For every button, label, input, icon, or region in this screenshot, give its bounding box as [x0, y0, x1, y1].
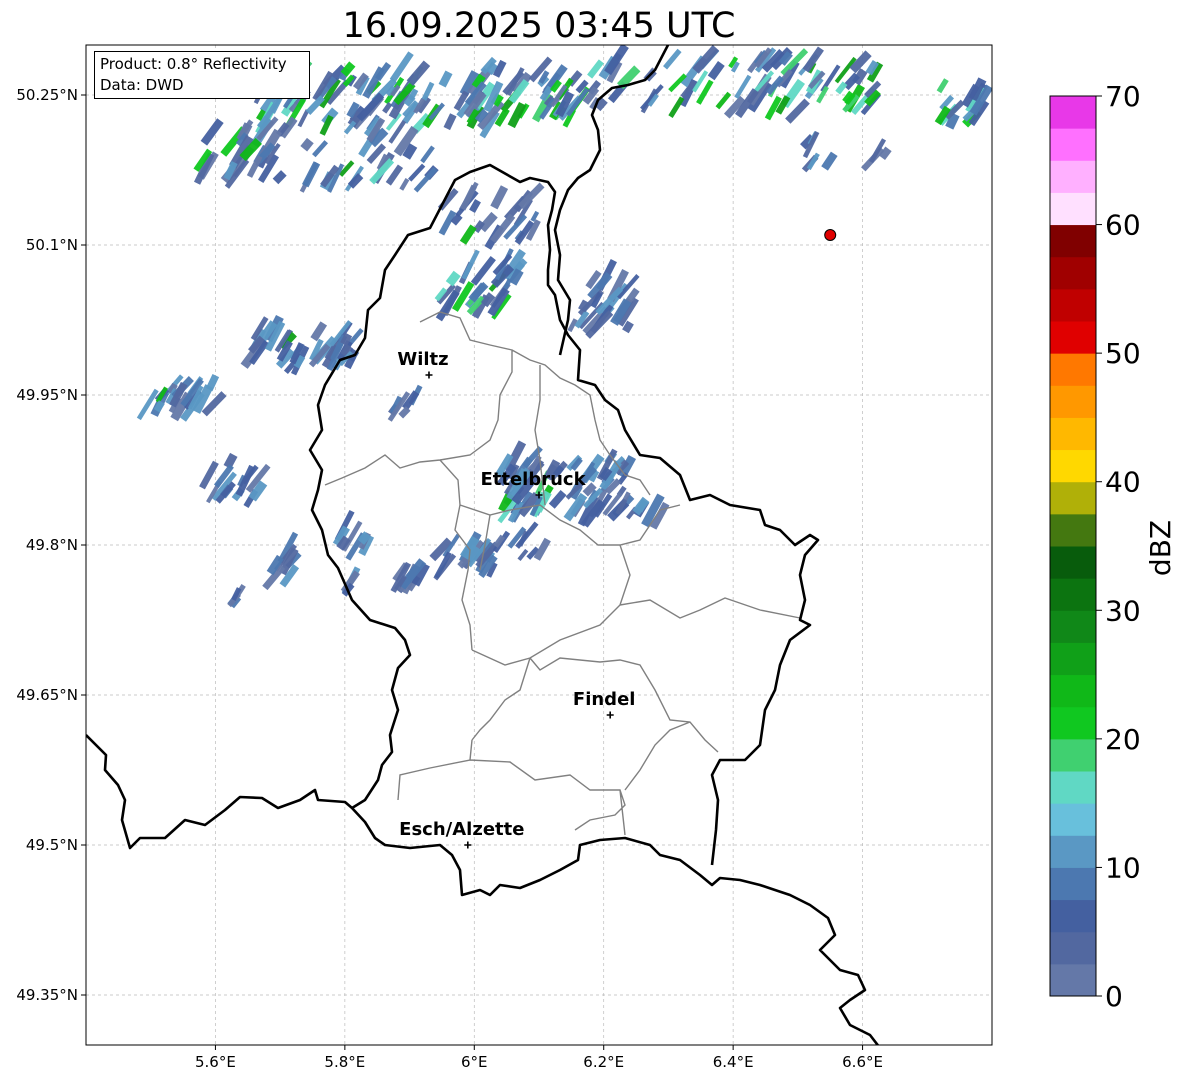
- colorbar-segment: [1050, 417, 1096, 451]
- y-tick-label: 49.35°N: [16, 986, 78, 1004]
- y-tick-label: 50.25°N: [16, 86, 78, 104]
- colorbar-tick-label: 70: [1105, 80, 1141, 113]
- colorbar-tick-label: 50: [1105, 337, 1141, 370]
- radar-echo: [548, 490, 567, 509]
- colorbar-tick-label: 20: [1105, 723, 1141, 756]
- colorbar-segment: [1050, 771, 1096, 804]
- x-tick-label: 6.4°E: [713, 1053, 754, 1071]
- x-tick-label: 6°E: [461, 1053, 488, 1071]
- x-tick-label: 5.6°E: [195, 1053, 236, 1071]
- radar-echo: [420, 145, 435, 164]
- radar-echo: [715, 91, 732, 110]
- radar-echo: [200, 118, 224, 146]
- colorbar-segment: [1050, 321, 1096, 354]
- gridlines: [86, 45, 992, 1045]
- y-tick-label: 49.5°N: [26, 836, 78, 854]
- colorbar-segment: [1050, 578, 1096, 611]
- colorbar-segment: [1050, 867, 1096, 901]
- colorbar-tick-label: 30: [1105, 594, 1141, 627]
- radar-echo: [936, 78, 949, 94]
- colorbar-segment: [1050, 224, 1096, 258]
- radar-echo: [530, 210, 540, 222]
- radar-echo: [310, 321, 328, 342]
- radar-echo: [443, 113, 457, 131]
- city-label: Ettelbruck: [480, 469, 586, 490]
- colorbar-segment: [1050, 738, 1096, 772]
- y-tick-label: 49.65°N: [16, 686, 78, 704]
- colorbar-segment: [1050, 96, 1096, 129]
- radar-echo: [445, 270, 461, 287]
- colorbar-segment: [1050, 674, 1096, 708]
- colorbar-segment: [1050, 642, 1096, 676]
- radar-echo: [707, 61, 725, 81]
- colorbar-segment: [1050, 256, 1096, 290]
- y-tick-label: 50.1°N: [26, 236, 78, 254]
- x-tick-label: 6.6°E: [842, 1053, 883, 1071]
- info-data-source: Data: DWD: [100, 76, 184, 94]
- radar-echo: [312, 140, 329, 158]
- colorbar-segment: [1050, 803, 1096, 836]
- colorbar-segment: [1050, 353, 1096, 386]
- colorbar-tick-label: 40: [1105, 466, 1141, 499]
- radar-echo: [272, 170, 287, 185]
- colorbar-segment: [1050, 385, 1096, 418]
- info-product: Product: 0.8° Reflectivity: [100, 55, 287, 73]
- colorbar-segment: [1050, 192, 1096, 226]
- radar-map: WiltzEttelbruckFindelEsch/Alzette 5.6°E 5…: [16, 44, 1177, 1071]
- radar-echo: [459, 224, 477, 245]
- colorbar-segment: [1050, 481, 1096, 515]
- radar-echoes: [136, 45, 992, 609]
- radar-echo: [438, 70, 453, 88]
- x-tick-label: 5.8°E: [324, 1053, 365, 1071]
- colorbar-segment: [1050, 610, 1096, 643]
- colorbar: 0 10 20 30 40 50 60 70: [1049, 80, 1141, 1013]
- radar-echo: [490, 185, 509, 210]
- info-box: Product: 0.8° Reflectivity Data: DWD: [94, 51, 310, 99]
- colorbar-segment: [1050, 706, 1096, 740]
- city-label: Esch/Alzette: [399, 819, 524, 840]
- radar-echo: [399, 177, 410, 191]
- colorbar-segment: [1050, 546, 1096, 579]
- radar-echo: [518, 182, 545, 210]
- colorbar-segment: [1050, 931, 1096, 965]
- y-tick-label: 49.8°N: [26, 536, 78, 554]
- colorbar-tick-label: 10: [1105, 851, 1141, 884]
- colorbar-segment: [1050, 449, 1096, 483]
- radar-echo: [406, 60, 431, 86]
- radar-echo: [821, 151, 838, 171]
- x-tick-label: 6.2°E: [583, 1053, 624, 1071]
- city-marker: [606, 711, 614, 719]
- city-label: Wiltz: [397, 349, 448, 370]
- colorbar-tick-label: 60: [1105, 209, 1141, 242]
- colorbar-segment: [1050, 160, 1096, 193]
- axis-ticks: 5.6°E 5.8°E 6°E 6.2°E 6.4°E 6.6°E 50.25°N 50.1°…: [16, 86, 883, 1071]
- city-marker: [464, 841, 472, 849]
- colorbar-segment: [1050, 128, 1096, 161]
- radar-site-marker: [824, 229, 837, 241]
- y-tick-label: 49.95°N: [16, 386, 78, 404]
- radar-echo: [517, 548, 529, 562]
- radar-echo: [408, 163, 426, 182]
- colorbar-segment: [1050, 899, 1096, 933]
- radar-echo: [300, 137, 314, 152]
- city-markers: Wiltz Ettelbruck Findel Esch/Alzette: [397, 349, 635, 849]
- colorbar-segment: [1050, 288, 1096, 322]
- colorbar-title: dBZ: [1144, 520, 1177, 576]
- colorbar-segment: [1050, 513, 1096, 547]
- radar-echo: [301, 161, 321, 188]
- city-marker: [425, 371, 433, 379]
- colorbar-segment: [1050, 963, 1096, 997]
- colorbar-tick-label: 0: [1105, 980, 1123, 1013]
- colorbar-segment: [1050, 835, 1096, 868]
- radar-echo: [668, 96, 685, 118]
- radar-echo: [640, 84, 664, 111]
- city-label: Findel: [573, 689, 636, 710]
